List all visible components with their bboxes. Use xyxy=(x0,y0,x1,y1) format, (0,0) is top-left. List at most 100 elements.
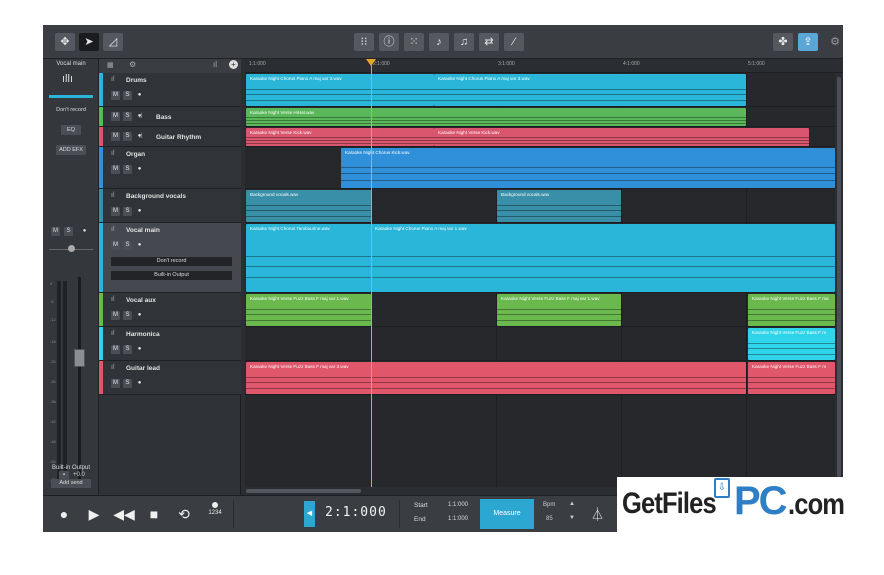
mute-button[interactable]: M xyxy=(111,241,120,250)
track-header[interactable]: ıl Vocal main M S ● Don't record Built-in… xyxy=(99,223,241,293)
pan-knob[interactable] xyxy=(68,245,75,252)
mute-button[interactable]: M xyxy=(111,112,120,121)
rewind-icon[interactable]: ◀◀ xyxy=(113,505,135,523)
record-arm-icon[interactable]: ● xyxy=(135,311,144,320)
move-icon[interactable]: ✥ xyxy=(55,33,75,51)
share-icon[interactable]: ⇪ xyxy=(798,33,818,51)
gear-icon[interactable]: ⚙ xyxy=(129,60,136,69)
track-name[interactable]: Harmonica xyxy=(126,331,160,338)
bpm-value[interactable]: 85 xyxy=(546,516,553,522)
track-lane[interactable] xyxy=(245,327,835,361)
track-header[interactable]: ıl Guitar lead M S ● xyxy=(99,361,241,395)
mute-button[interactable]: M xyxy=(111,345,120,354)
track-header[interactable]: ıl Guitar Rhythm M S ● xyxy=(99,127,241,147)
audio-clip[interactable]: Karaoke Night Verse Fuzz Bass F m xyxy=(748,328,835,360)
pointer-icon[interactable]: ➤ xyxy=(79,33,99,51)
audio-clip[interactable]: Karaoke Night Verse HiHat.wav xyxy=(246,108,746,126)
mute-button[interactable]: M xyxy=(111,379,120,388)
bpm-up-icon[interactable]: ▲ xyxy=(569,501,575,507)
playhead[interactable] xyxy=(371,59,372,487)
audio-clip[interactable]: Background vocals.wav xyxy=(246,190,371,222)
add-efx-button[interactable]: ADD EFX xyxy=(56,145,86,155)
record-arm-icon[interactable]: ● xyxy=(135,112,144,121)
track-grid-icon[interactable]: ▦ xyxy=(107,61,114,69)
track-name[interactable]: Drums xyxy=(126,77,147,84)
solo-button[interactable]: S xyxy=(123,112,132,121)
solo-button[interactable]: S xyxy=(64,227,73,236)
audio-clip[interactable]: Karaoke Night Verse Fuzz Bass F maj var … xyxy=(246,362,746,394)
record-arm-icon[interactable]: ● xyxy=(80,227,89,236)
stop-icon[interactable]: ■ xyxy=(143,505,165,523)
track-record-mode[interactable]: Don't record xyxy=(111,257,232,266)
solo-button[interactable]: S xyxy=(123,165,132,174)
track-header[interactable]: ıl Harmonica M S ● xyxy=(99,327,241,361)
track-name[interactable]: Guitar lead xyxy=(126,365,160,372)
audio-clip[interactable]: Karaoke Night Verse Fuzz Bass F maj var … xyxy=(497,294,621,326)
play-icon[interactable]: ▶ xyxy=(83,505,105,523)
count-in-button[interactable]: 1234 xyxy=(204,502,226,516)
solo-button[interactable]: S xyxy=(123,207,132,216)
audio-clip[interactable]: Karaoke Night Verse Fuzz Bass F ma xyxy=(748,294,835,326)
record-arm-icon[interactable]: ● xyxy=(135,165,144,174)
record-arm-icon[interactable]: ● xyxy=(135,207,144,216)
volume-fader-track[interactable] xyxy=(78,277,81,487)
audio-clip[interactable]: Karaoke Night Chorus Piano A maj var 1.w… xyxy=(371,224,835,292)
info-icon[interactable]: ⓘ xyxy=(379,33,399,51)
track-header[interactable]: ıl Bass M S ● xyxy=(99,107,241,127)
arrangement-area[interactable]: Karaoke Night Chorus Piano A maj var 3.w… xyxy=(245,73,843,495)
audio-clip[interactable]: Karaoke Night Chorus Piano A maj var 3.w… xyxy=(434,74,746,106)
track-header[interactable]: ıl Organ M S ● xyxy=(99,147,241,189)
end-value[interactable]: 1:1:000 xyxy=(448,516,468,522)
solo-button[interactable]: S xyxy=(123,241,132,250)
solo-button[interactable]: S xyxy=(123,91,132,100)
track-name[interactable]: Vocal aux xyxy=(126,297,156,304)
speaker-icon[interactable]: ◀ xyxy=(304,501,315,527)
volume-fader-knob[interactable] xyxy=(74,349,85,367)
tuner-icon[interactable]: ♪ xyxy=(429,33,449,51)
audio-clip[interactable]: Karaoke Night Verse Kick.wav xyxy=(434,128,809,146)
solo-button[interactable]: S xyxy=(123,132,132,141)
record-mode[interactable]: Don't record xyxy=(49,105,93,115)
timeline-ruler[interactable]: 1:1:000 2:1:000 3:1:000 4:1:000 5:1:000 xyxy=(245,59,843,73)
inspector-output[interactable]: Built-in Output xyxy=(43,465,99,471)
mute-button[interactable]: M xyxy=(111,132,120,141)
mute-button[interactable]: M xyxy=(111,91,120,100)
track-header[interactable]: ıl Vocal aux M S ● xyxy=(99,293,241,327)
track-name[interactable]: Organ xyxy=(126,151,145,158)
audio-clip[interactable]: Background vocals.wav xyxy=(497,190,621,222)
add-track-icon[interactable]: + xyxy=(229,60,238,69)
random-icon[interactable]: ⁙ xyxy=(404,33,424,51)
solo-button[interactable]: S xyxy=(123,345,132,354)
score-icon[interactable]: ♫ xyxy=(454,33,474,51)
audio-clip[interactable]: Karaoke Night Verse Fuzz Bass F maj var … xyxy=(246,294,371,326)
record-icon[interactable]: ● xyxy=(53,505,75,523)
playhead-marker[interactable] xyxy=(366,59,376,66)
gear-icon[interactable]: ⚙ xyxy=(825,33,843,51)
record-arm-icon[interactable]: ● xyxy=(135,379,144,388)
record-arm-icon[interactable]: ● xyxy=(135,345,144,354)
wave-toggle-icon[interactable]: ıl xyxy=(213,60,217,69)
track-header[interactable]: ıl Background vocals M S ● xyxy=(99,189,241,223)
audio-clip[interactable]: Karaoke Night Chorus Tambourine.wav xyxy=(246,224,371,292)
eq-button[interactable]: EQ xyxy=(61,125,81,135)
audio-clip[interactable]: Karaoke Night Verse Fuzz Bass F m xyxy=(748,362,835,394)
settings-knob-icon[interactable]: ✤ xyxy=(773,33,793,51)
audio-clip[interactable]: Karaoke Night Chorus Kick.wav xyxy=(341,148,843,188)
track-header[interactable]: ıl Drums M S ● xyxy=(99,73,241,107)
measure-button[interactable]: Measure xyxy=(480,499,534,529)
record-arm-icon[interactable]: ● xyxy=(135,91,144,100)
grid-icon[interactable]: ⁝⁝ xyxy=(354,33,374,51)
track-name[interactable]: Guitar Rhythm xyxy=(156,134,201,141)
mute-button[interactable]: M xyxy=(111,165,120,174)
start-value[interactable]: 1:1:000 xyxy=(448,502,468,508)
metronome-icon[interactable]: ⏃ xyxy=(591,504,604,523)
record-arm-icon[interactable]: ● xyxy=(135,132,144,141)
ramp-icon[interactable]: ◿ xyxy=(103,33,123,51)
loop-icon[interactable]: ⇄ xyxy=(479,33,499,51)
loop-icon[interactable]: ⟲ xyxy=(173,505,195,523)
wand-icon[interactable]: ⁄ xyxy=(504,33,524,51)
track-output[interactable]: Built-in Output xyxy=(111,271,232,280)
mute-button[interactable]: M xyxy=(111,207,120,216)
audio-clip[interactable]: Karaoke Night Chorus Piano A maj var 3.w… xyxy=(246,74,434,106)
time-display[interactable]: 2:1:000 xyxy=(325,505,387,520)
